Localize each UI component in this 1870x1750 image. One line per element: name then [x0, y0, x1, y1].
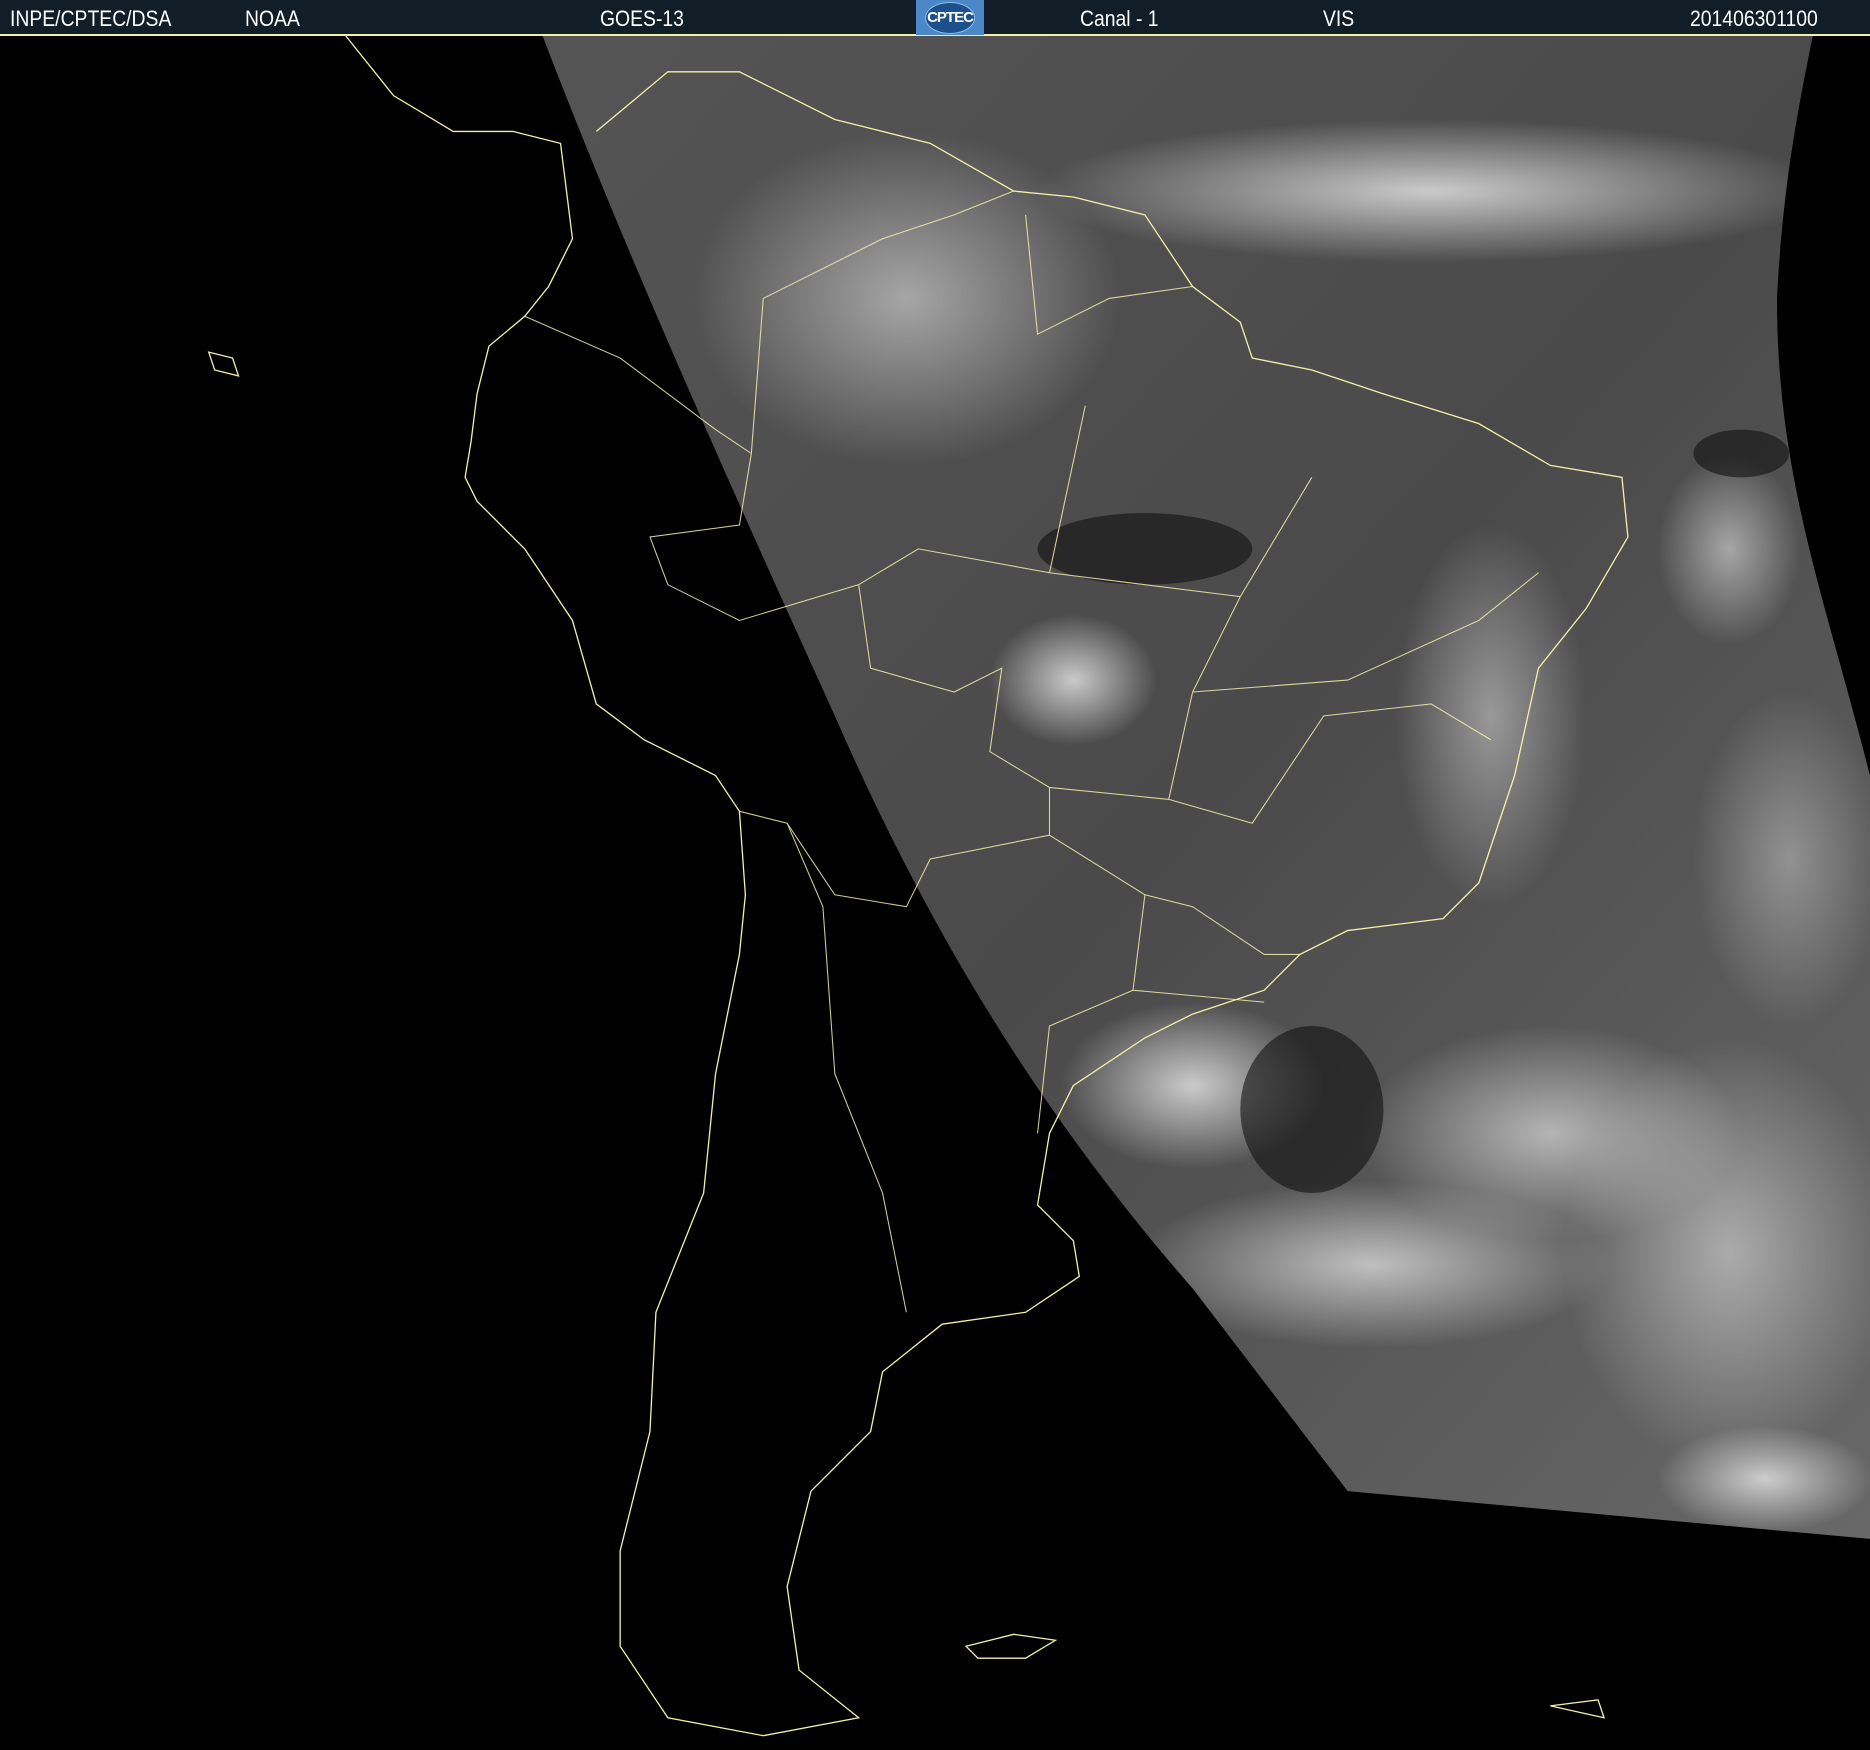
header-bar: INPE/CPTEC/DSA NOAA GOES-13 CPTEC Canal …: [0, 0, 1870, 36]
timestamp-label: 201406301100: [1690, 6, 1818, 31]
band-label: VIS: [1323, 6, 1355, 31]
channel-label: Canal - 1: [1080, 6, 1159, 31]
cptec-logo: CPTEC: [916, 0, 984, 35]
agency-label: NOAA: [245, 6, 300, 31]
source-label: INPE/CPTEC/DSA: [10, 6, 172, 31]
satellite-label: GOES-13: [600, 6, 684, 31]
logo-text: CPTEC: [925, 1, 975, 34]
satellite-image: [0, 36, 1870, 1750]
